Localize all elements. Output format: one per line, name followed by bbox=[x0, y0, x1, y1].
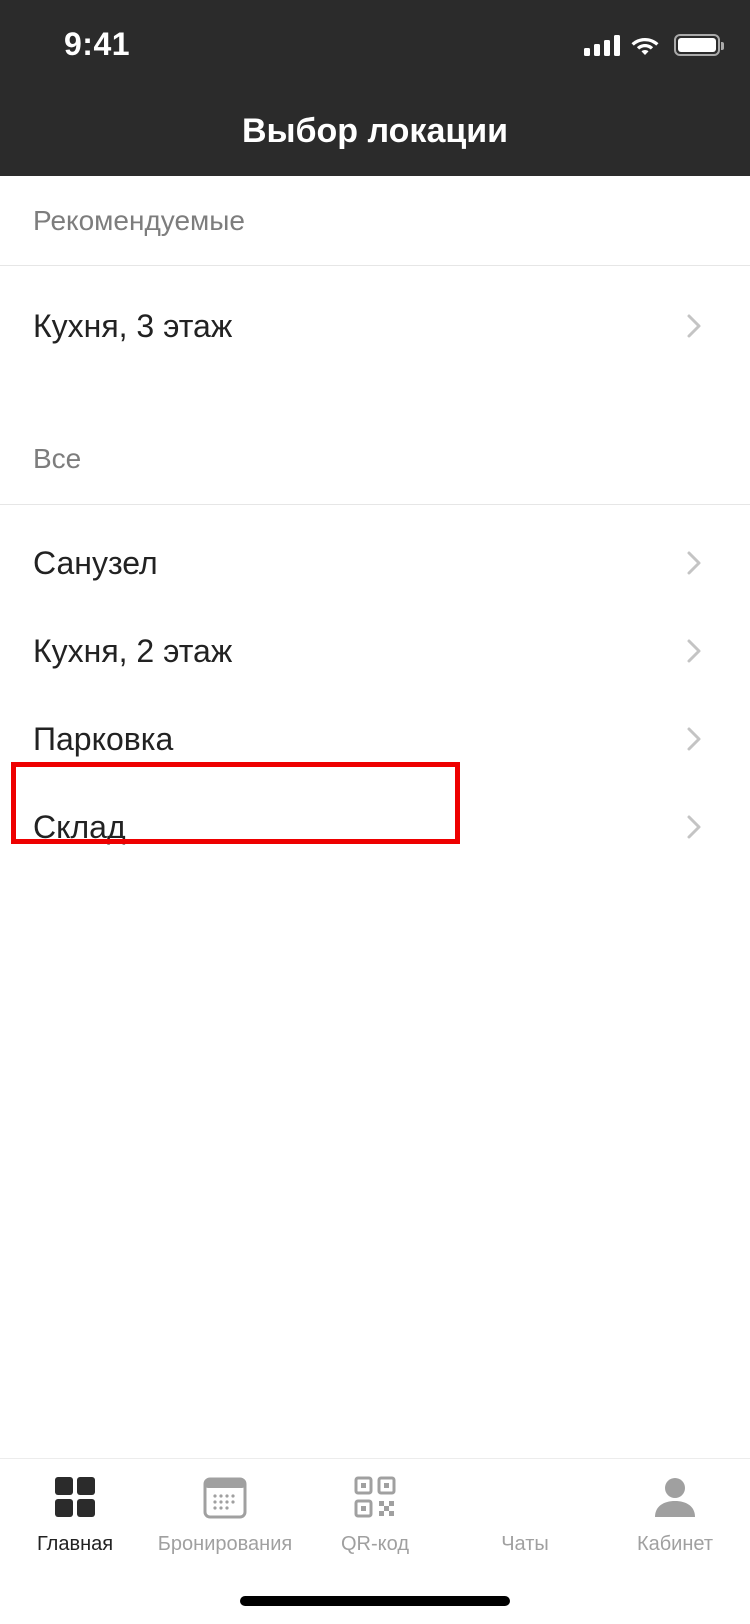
list-item-warehouse[interactable]: Склад bbox=[0, 783, 750, 871]
wifi-icon bbox=[631, 38, 659, 55]
grid-icon bbox=[55, 1477, 95, 1517]
tab-label: Главная bbox=[36, 1533, 114, 1555]
tab-home[interactable]: Главная bbox=[0, 1475, 150, 1556]
list-item-bathroom[interactable]: Санузел bbox=[0, 519, 750, 607]
list-item-label: Кухня, 2 этаж bbox=[33, 632, 233, 669]
navigation-header: 9:41 Выбор локации bbox=[0, 0, 750, 176]
battery-icon bbox=[674, 34, 724, 56]
person-icon bbox=[655, 1478, 695, 1517]
list-item-label: Кухня, 3 этаж bbox=[33, 307, 233, 344]
status-icons bbox=[584, 32, 724, 58]
tab-label: QR-код bbox=[341, 1533, 409, 1555]
home-indicator bbox=[240, 1596, 510, 1606]
list-item-parking[interactable]: Парковка bbox=[0, 695, 750, 783]
tab-bookings[interactable]: Бронирования bbox=[150, 1475, 300, 1556]
chevron-right-icon bbox=[687, 551, 701, 575]
tab-chats[interactable]: Чаты bbox=[450, 1475, 600, 1556]
tab-label: Кабинет bbox=[636, 1533, 714, 1555]
qr-code-icon bbox=[354, 1476, 396, 1518]
list-item-kitchen-3rd-floor[interactable]: Кухня, 3 этаж bbox=[0, 266, 750, 386]
tab-profile[interactable]: Кабинет bbox=[600, 1475, 750, 1556]
cellular-signal-icon bbox=[584, 34, 620, 56]
tab-label: Бронирования bbox=[157, 1533, 293, 1555]
location-list: Рекомендуемые Кухня, 3 этаж Все Санузел … bbox=[0, 176, 750, 871]
status-time: 9:41 bbox=[64, 26, 131, 62]
calendar-icon bbox=[203, 1477, 247, 1519]
tab-label: Чаты bbox=[501, 1533, 549, 1555]
list-item-label: Склад bbox=[33, 808, 126, 845]
chevron-right-icon bbox=[687, 727, 701, 751]
section-header-recommended: Рекомендуемые bbox=[0, 176, 750, 266]
list-item-label: Парковка bbox=[33, 720, 174, 757]
list-item-kitchen-2nd-floor[interactable]: Кухня, 2 этаж bbox=[0, 607, 750, 695]
chevron-right-icon bbox=[687, 639, 701, 663]
page-title: Выбор локации bbox=[241, 112, 509, 150]
section-header-all: Все bbox=[0, 386, 750, 505]
list-item-label: Санузел bbox=[33, 544, 158, 581]
chat-icon bbox=[503, 1475, 547, 1519]
tab-qr-code[interactable]: QR-код bbox=[300, 1475, 450, 1556]
chevron-right-icon bbox=[687, 815, 701, 839]
chevron-right-icon bbox=[687, 314, 701, 338]
